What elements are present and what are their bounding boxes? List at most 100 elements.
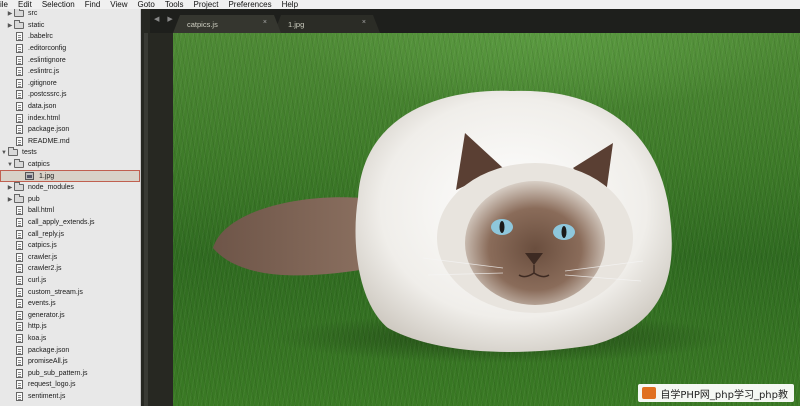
sidebar-folder[interactable]: ▶ src <box>0 9 140 20</box>
sidebar-file[interactable]: pub_sub_pattern.js <box>0 367 140 379</box>
scrollbar-track[interactable] <box>144 33 148 406</box>
sidebar-file[interactable]: koa.js <box>0 333 140 345</box>
sidebar-item-label: catpics <box>28 161 50 169</box>
file-icon <box>16 229 23 239</box>
sidebar-item-label: call_apply_extends.js <box>28 218 95 226</box>
chevron-right-icon[interactable]: ▶ <box>6 10 14 17</box>
tab-label: catpics.js <box>187 19 218 29</box>
sidebar-item-label: events.js <box>28 300 56 308</box>
sidebar-item-label: crawler2.js <box>28 265 62 273</box>
file-icon <box>16 67 23 77</box>
sidebar-item-label: ball.html <box>28 207 55 215</box>
sidebar-file[interactable]: .gitignore <box>0 78 140 90</box>
chevron-right-icon[interactable]: ▶ <box>6 184 14 191</box>
sidebar-item-label: data.json <box>28 103 57 111</box>
sidebar-item-label: README.md <box>28 137 70 145</box>
file-icon <box>16 44 23 54</box>
sidebar-file[interactable]: request_logo.js <box>0 379 140 391</box>
sidebar-item-label: package.json <box>28 126 70 134</box>
chevron-right-icon[interactable]: ▶ <box>6 196 14 203</box>
close-icon[interactable]: × <box>263 19 267 26</box>
chevron-down-icon[interactable]: ▼ <box>6 162 14 168</box>
sidebar-file[interactable]: README.md <box>0 136 140 148</box>
sidebar-file[interactable]: catpics.js <box>0 240 140 252</box>
sidebar-item-label: sentiment.js <box>28 392 66 400</box>
file-icon <box>16 252 23 262</box>
file-icon <box>16 345 23 355</box>
sidebar-file[interactable]: index.html <box>0 112 140 124</box>
sidebar-item-label: pub <box>28 195 40 203</box>
sidebar-file[interactable]: .eslintrc.js <box>0 66 140 78</box>
folder-icon <box>8 147 18 157</box>
chevron-right-icon[interactable]: ▶ <box>6 22 14 29</box>
sidebar-file[interactable]: custom_stream.js <box>0 286 140 298</box>
tab-label: 1.jpg <box>288 19 305 29</box>
tab-nav-arrows[interactable]: ◀ ▶ <box>154 15 176 23</box>
sidebar-file[interactable]: package.json <box>0 344 140 356</box>
sidebar-file[interactable]: 1.jpg <box>0 170 140 182</box>
menu-item-goto[interactable]: Goto <box>133 0 160 9</box>
menu-item-view[interactable]: View <box>105 0 132 9</box>
menu-item-tools[interactable]: Tools <box>160 0 189 9</box>
sidebar-file[interactable]: .eslintignore <box>0 54 140 66</box>
file-icon <box>16 380 23 390</box>
sidebar-item-label: generator.js <box>28 311 65 319</box>
menu-item-help[interactable]: Help <box>277 0 303 9</box>
folder-icon <box>14 9 24 18</box>
sidebar-file[interactable]: call_apply_extends.js <box>0 217 140 229</box>
sidebar-file[interactable]: ball.html <box>0 205 140 217</box>
sidebar-folder[interactable]: ▶ static <box>0 19 140 32</box>
sidebar-item-label: custom_stream.js <box>28 288 83 296</box>
cat-right-pupil <box>561 226 567 238</box>
chevron-down-icon[interactable]: ▼ <box>0 150 8 156</box>
menu-item-selection[interactable]: Selection <box>37 0 80 9</box>
tab-catpics-js[interactable]: catpics.js × <box>173 15 281 33</box>
sidebar-item-label: .eslintignore <box>28 56 66 64</box>
sidebar-file[interactable]: generator.js <box>0 309 140 321</box>
cat-left-pupil <box>499 221 505 233</box>
file-icon <box>16 113 23 123</box>
watermark: 自学PHP网_php学习_php教 <box>638 384 794 402</box>
sidebar-item-label: node_modules <box>28 184 74 192</box>
menu-item-project[interactable]: Project <box>189 0 224 9</box>
cat-photo <box>213 90 733 363</box>
file-icon <box>16 333 23 343</box>
sidebar-file[interactable]: sentiment.js <box>0 391 140 403</box>
file-icon <box>16 368 23 378</box>
sidebar-folder[interactable]: ▶ node_modules <box>0 182 140 194</box>
sidebar-file[interactable]: package.json <box>0 124 140 136</box>
cat-tail <box>213 197 373 276</box>
sidebar-file[interactable]: .editorconfig <box>0 43 140 55</box>
sidebar-file[interactable]: http.js <box>0 321 140 333</box>
sidebar-folder[interactable]: ▶ pub <box>0 193 140 206</box>
sidebar-folder[interactable]: ▼ catpics <box>0 159 140 171</box>
sidebar: ▶ src ▶ static .babelrc .editorconfig .eslinti… <box>0 9 141 406</box>
sidebar-file[interactable]: events.js <box>0 298 140 310</box>
sidebar-file[interactable]: curl.js <box>0 275 140 287</box>
sidebar-folder[interactable]: ▼ tests <box>0 147 140 159</box>
sidebar-item-label: curl.js <box>28 276 47 284</box>
menu-item-preferences[interactable]: Preferences <box>223 0 276 9</box>
sidebar-scrollbar[interactable] <box>141 9 173 406</box>
file-icon <box>16 55 23 65</box>
file-icon <box>16 287 23 297</box>
file-icon <box>16 241 23 251</box>
folder-icon <box>14 159 24 169</box>
menu-item-find[interactable]: Find <box>80 0 106 9</box>
close-icon[interactable]: × <box>362 19 366 26</box>
sidebar-file[interactable]: crawler.js <box>0 251 140 263</box>
tab-1-jpg[interactable]: 1.jpg × <box>274 15 380 33</box>
menu-item-edit[interactable]: Edit <box>13 0 37 9</box>
sidebar-item-label: crawler.js <box>28 253 58 261</box>
file-icon <box>16 264 23 274</box>
sidebar-file[interactable]: .babelrc <box>0 31 140 43</box>
sidebar-file[interactable]: .postcssrc.js <box>0 89 140 101</box>
tab-bar: ◀ ▶ 1.jpg × catpics.js × <box>150 9 800 33</box>
menu-item-ile[interactable]: ile <box>0 0 13 9</box>
sidebar-file[interactable]: data.json <box>0 101 140 113</box>
sidebar-file[interactable]: promiseAll.js <box>0 356 140 368</box>
image-file-icon <box>25 172 34 181</box>
sidebar-file[interactable]: crawler2.js <box>0 263 140 275</box>
sidebar-file[interactable]: call_reply.js <box>0 228 140 240</box>
sidebar-item-label: index.html <box>28 114 60 122</box>
